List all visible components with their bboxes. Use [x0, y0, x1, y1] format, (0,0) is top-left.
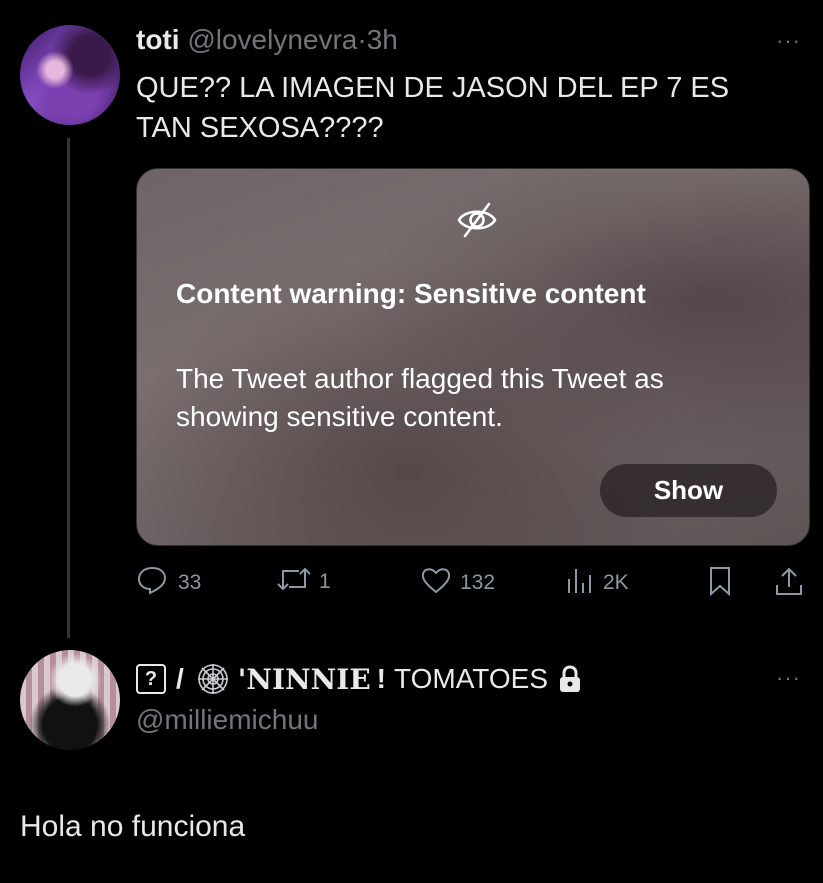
author-avatar[interactable] [20, 25, 120, 125]
lock-icon [558, 665, 582, 693]
views-chart-icon [565, 565, 595, 601]
warning-body-line: showing sensitive content. [176, 401, 503, 432]
more-options-button[interactable]: ··· [776, 28, 801, 54]
question-mark-text: ? [144, 667, 158, 690]
warning-body-line: The Tweet author flagged this Tweet as [176, 363, 664, 394]
like-button[interactable]: 132 [420, 565, 495, 601]
time-separator: · [357, 24, 367, 55]
reply-more-options-button[interactable]: ··· [776, 665, 801, 691]
bookmark-button[interactable] [706, 565, 734, 603]
tweet-time[interactable]: 3h [367, 24, 398, 55]
reply-author-handle[interactable]: @milliemichuu [136, 704, 318, 736]
bookmark-icon [706, 565, 734, 603]
share-button[interactable] [773, 565, 805, 603]
warning-title: Content warning: Sensitive content [176, 278, 646, 309]
question-box-icon: ? [136, 664, 166, 694]
reply-author-name-suffix[interactable]: TOMATOES [394, 663, 548, 695]
tweet-header: toti @lovelynevra·3h [136, 24, 398, 56]
reply-count: 33 [178, 571, 202, 594]
share-icon [773, 565, 805, 603]
author-name[interactable]: toti [136, 24, 180, 55]
thread-line [67, 138, 70, 638]
tweet-text-line: QUE?? LA IMAGEN DE JASON DEL EP 7 ES [136, 72, 730, 104]
views-count: 2K [603, 571, 629, 594]
heart-icon [420, 565, 452, 601]
reply-author-avatar[interactable] [20, 650, 120, 750]
like-count: 132 [460, 571, 496, 594]
reply-header: ? / 'NINNIE ! TOMATOES [136, 662, 582, 696]
retweet-button[interactable]: 1 [275, 565, 331, 599]
eye-slash-icon [455, 200, 499, 240]
reply-author-name[interactable]: 'NINNIE [238, 663, 371, 696]
name-exclaim: ! [376, 663, 386, 694]
reply-icon [136, 565, 168, 601]
retweet-icon [275, 565, 313, 599]
spider-web-icon [196, 662, 230, 696]
name-slash: / [176, 663, 184, 694]
warning-body: The Tweet author flagged this Tweet as s… [176, 360, 664, 436]
retweet-count: 1 [319, 570, 331, 593]
views-button[interactable]: 2K [565, 565, 629, 601]
show-button[interactable]: Show [600, 464, 777, 517]
reply-button[interactable]: 33 [136, 565, 201, 601]
reply-text: Hola no funciona [20, 810, 246, 843]
tweet-text: QUE?? LA IMAGEN DE JASON DEL EP 7 ES TAN… [136, 68, 729, 148]
tweet-text-line: TAN SEXOSA???? [136, 112, 384, 144]
author-handle[interactable]: @lovelynevra [187, 24, 357, 55]
